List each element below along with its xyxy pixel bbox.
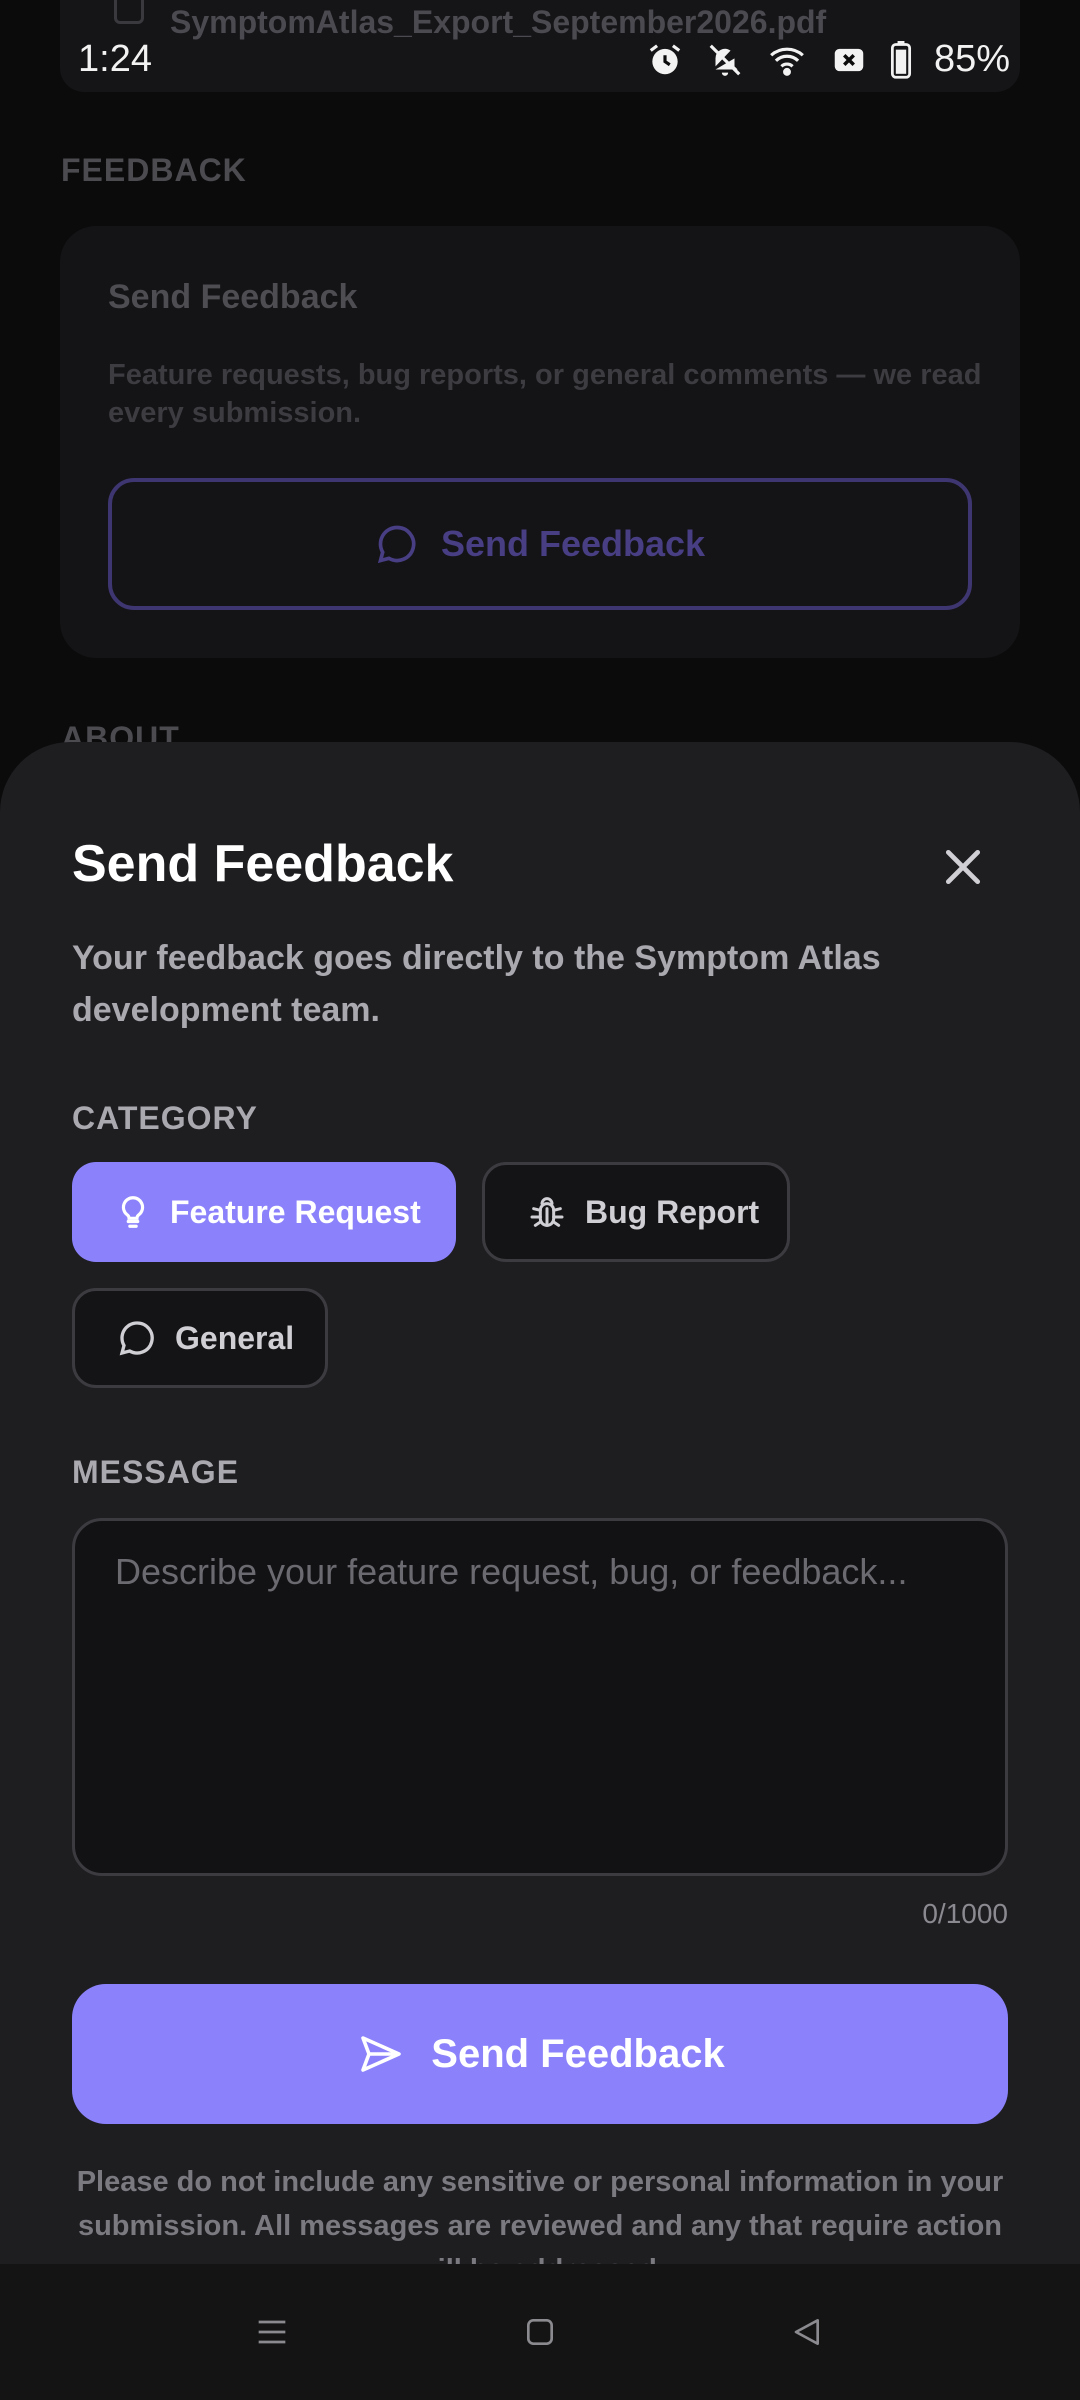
feedback-card: Send Feedback Feature requests, bug repo… bbox=[60, 226, 1020, 658]
message-input[interactable] bbox=[113, 1549, 967, 1845]
send-feedback-button[interactable]: Send Feedback bbox=[72, 1984, 1008, 2124]
menu-lines-icon bbox=[258, 2320, 286, 2344]
nav-recents-button[interactable] bbox=[232, 2292, 312, 2372]
close-icon bbox=[945, 849, 981, 885]
alarm-icon bbox=[649, 43, 681, 74]
nav-home-button[interactable] bbox=[500, 2292, 580, 2372]
bell-muted-icon bbox=[709, 44, 741, 76]
chip-label: Feature Request bbox=[170, 1193, 421, 1230]
sheet-title: Send Feedback bbox=[72, 835, 454, 893]
feedback-card-button-label: Send Feedback bbox=[440, 523, 706, 564]
category-label: CATEGORY bbox=[72, 1100, 258, 1136]
feedback-card-description: Feature requests, bug reports, or genera… bbox=[108, 359, 982, 429]
send-feedback-button-label: Send Feedback bbox=[431, 2031, 725, 2076]
message-field-container bbox=[72, 1518, 1008, 1876]
feedback-card-title: Send Feedback bbox=[108, 278, 358, 316]
nav-back-button[interactable] bbox=[766, 2292, 846, 2372]
send-icon bbox=[361, 2036, 402, 2072]
chip-label: Bug Report bbox=[585, 1193, 760, 1230]
home-square-icon bbox=[527, 2319, 553, 2345]
sheet-subtitle: Your feedback goes directly to the Sympt… bbox=[72, 939, 881, 1029]
lightbulb-icon bbox=[121, 1196, 145, 1228]
bug-icon bbox=[530, 1197, 564, 1227]
status-icons: 85% bbox=[646, 38, 1010, 81]
character-count: 0/1000 bbox=[922, 1898, 1008, 1929]
close-button[interactable] bbox=[928, 832, 998, 902]
feedback-section-label: FEEDBACK bbox=[61, 152, 247, 188]
status-bar: 1:24 85% bbox=[0, 0, 1080, 124]
chat-bubble-icon bbox=[119, 1321, 154, 1356]
message-label: MESSAGE bbox=[72, 1454, 240, 1490]
category-chip-general[interactable]: General bbox=[72, 1288, 328, 1388]
battery-percent: 85% bbox=[933, 38, 1010, 80]
back-triangle-icon bbox=[794, 2319, 819, 2345]
chat-bubble-icon bbox=[377, 525, 416, 564]
feedback-card-button: Send Feedback bbox=[108, 478, 972, 610]
category-chip-bug-report[interactable]: Bug Report bbox=[482, 1162, 790, 1262]
status-time: 1:24 bbox=[78, 38, 152, 80]
category-chip-feature-request[interactable]: Feature Request bbox=[72, 1162, 456, 1262]
battery-icon bbox=[890, 40, 911, 79]
system-navigation-bar bbox=[0, 2264, 1080, 2400]
wifi-icon bbox=[770, 47, 804, 76]
no-sim-icon bbox=[834, 48, 864, 71]
chip-label: General bbox=[175, 1319, 295, 1356]
feedback-bottom-sheet: Send Feedback Your feedback goes directl… bbox=[0, 742, 1080, 2400]
